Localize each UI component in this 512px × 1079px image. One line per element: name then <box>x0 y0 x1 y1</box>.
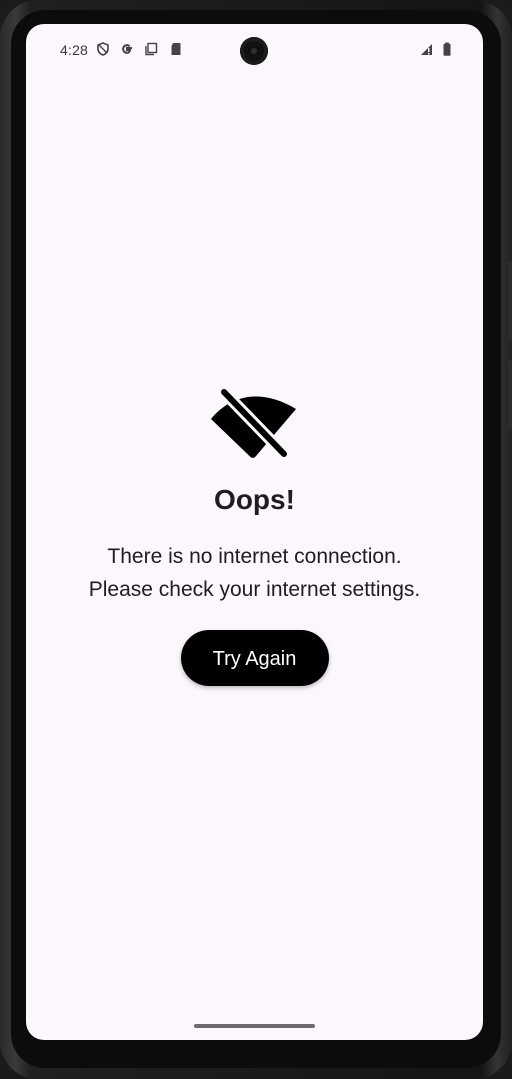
phone-frame: 4:28 Oops! There is no internet connecti… <box>0 0 512 1079</box>
try-again-button[interactable]: Try Again <box>180 630 329 686</box>
error-message-line-2: Please check your internet settings. <box>88 578 421 601</box>
sd-card-icon <box>169 42 183 56</box>
volume-button <box>508 360 512 430</box>
signal-icon <box>420 42 434 56</box>
copy-icon <box>144 42 158 56</box>
battery-icon <box>440 42 454 56</box>
google-icon <box>120 42 134 56</box>
front-camera <box>240 37 268 65</box>
error-title: Oops! <box>214 484 295 515</box>
screen: 4:28 Oops! There is no internet connecti… <box>26 24 483 1040</box>
power-button <box>508 262 512 340</box>
error-message-line-1: There is no internet connection. <box>107 545 402 568</box>
error-message: There is no internet connection. Please … <box>26 540 483 606</box>
shield-icon <box>96 42 110 56</box>
status-time: 4:28 <box>60 42 89 58</box>
home-indicator[interactable] <box>194 1024 315 1028</box>
status-bar: 4:28 <box>26 24 483 76</box>
no-connection-panel: Oops! There is no internet connection. P… <box>26 384 483 686</box>
wifi-off-icon <box>210 384 296 462</box>
